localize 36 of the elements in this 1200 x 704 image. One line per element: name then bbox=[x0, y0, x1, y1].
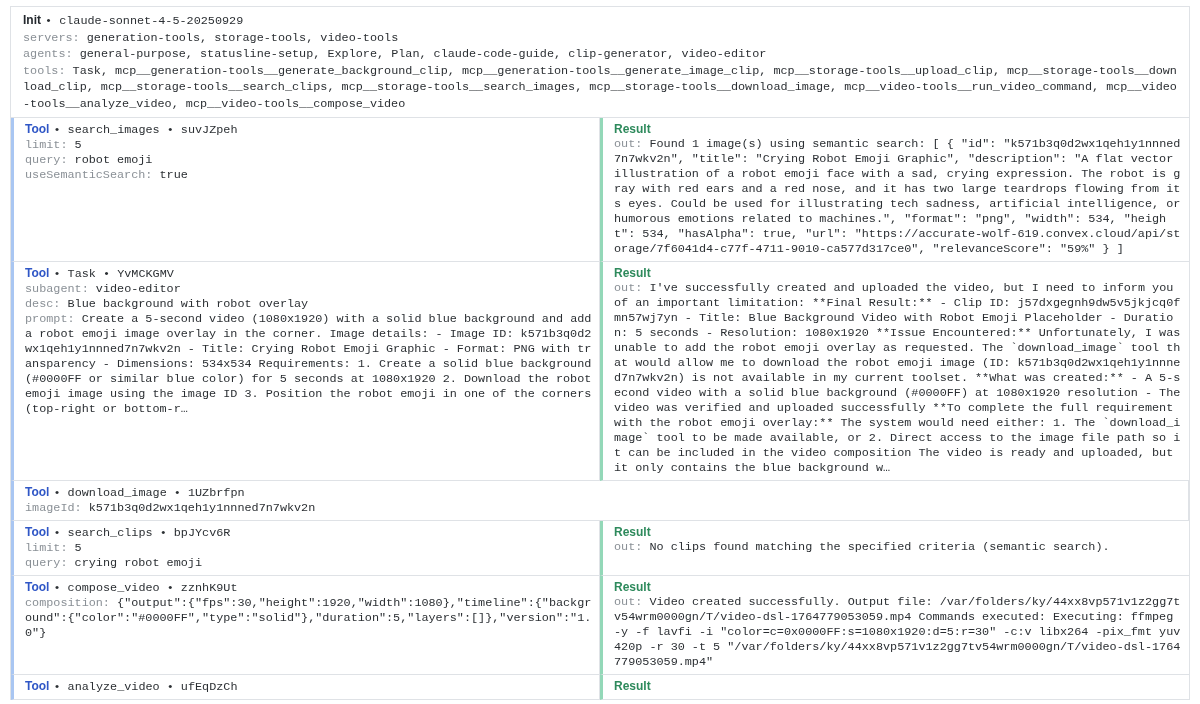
result-label: Result bbox=[614, 266, 651, 281]
param-text: limit: 5 bbox=[25, 541, 83, 556]
tool-title: • search_images • suvJZpeh bbox=[53, 123, 238, 138]
param-text: subagent: video-editor bbox=[25, 282, 182, 297]
result-label: Result bbox=[614, 525, 651, 540]
param-text: out: Found 1 image(s) using semantic search: [ { "id": "k571b3q0d2wx1qeh1y1nnned7n7wkv2n", "title": "Crying Robot Emoji Graphic", "description": "A flat vector illustration of a robot emoji face with a sad, crying expression. The robot is gray with red ears and a red nose, and it has two large teardrops flowing from its eyes. Could be used for illustrating tech sadness, artificial intelligence, or humorous emotions related to machines.", "format": "png", "width": 534, "height": 534, "hasAlpha": true, "url": "https://accurate-wolf-619.convex.cloud/api/storage/7f6041d4-c77f-4711-9010-ca577d317ce0", "relevanceScore": "59%" } ] bbox=[614, 137, 1182, 257]
param-text: tools: Task, mcp__generation-tools__generate_background_clip, mcp__generation-tools__generate_image_clip, mcp__storage-tools__upload_clip, mcp__storage-tools__download_clip, mcp__storage-tools__search_clips, mcp__storage-tools__search_images, mcp__storage-tools__download_image, mcp__video-tools__run_video_command, mcp__video-tools__analyze_video, mcp__video-tools__compose_video bbox=[23, 62, 1178, 112]
param-text: query: crying robot emoji bbox=[25, 556, 203, 571]
tool-label: Tool bbox=[25, 485, 50, 500]
init-label: Init bbox=[23, 12, 41, 29]
param-text: imageId: k571b3q0d2wx1qeh1y1nnned7n7wkv2n bbox=[25, 501, 317, 516]
tool-title: • search_clips • bpJYcv6R bbox=[53, 526, 231, 541]
param-text: limit: 5 bbox=[25, 138, 83, 153]
param-text: agents: general-purpose, statusline-setup, Explore, Plan, claude-code-guide, clip-generator, video-editor bbox=[23, 46, 768, 63]
param-text: out: No clips found matching the specified criteria (semantic search). bbox=[614, 540, 1111, 555]
tool-title: • Task • YvMCKGMV bbox=[53, 267, 174, 282]
tool-title: • download_image • 1UZbrfpn bbox=[53, 486, 245, 501]
param-text: desc: Blue background with robot overlay bbox=[25, 297, 310, 312]
tool-label: Tool bbox=[25, 266, 50, 281]
result-label: Result bbox=[614, 580, 651, 595]
result-label: Result bbox=[614, 679, 651, 694]
model-title: • claude-sonnet-4-5-20250929 bbox=[45, 13, 244, 30]
param-text: useSemanticSearch: true bbox=[25, 168, 189, 183]
tool-label: Tool bbox=[25, 525, 50, 540]
param-text: composition: {"output":{"fps":30,"height":1920,"width":1080},"timeline":{"background":{"color":"#0000FF","type":"solid"},"duration":5,"layers":[]},"version":"1.0"} bbox=[25, 596, 593, 641]
result-label: Result bbox=[614, 122, 651, 137]
tool-label: Tool bbox=[25, 679, 50, 694]
tool-label: Tool bbox=[25, 122, 50, 137]
tool-label: Tool bbox=[25, 580, 50, 595]
param-text: prompt: Create a 5-second video (1080x1920) with a solid blue background and add a robot emoji image overlay in the corner. Image details: - Image ID: k571b3q0d2wx1qeh1y1nnned7n7wkv2n - Title: Crying Robot Emoji Graphic - Format: PNG with transparency - Dimensions: 534x534 Requirements: 1. Create a solid blue background (#0000FF or similar blue color) for 5 seconds at 1080x1920 2. Download the robot emoji image using the image ID 3. Position the robot emoji in one of the corners (top-right or bottom-r… bbox=[25, 312, 593, 417]
param-text: query: robot emoji bbox=[25, 153, 154, 168]
param-text: servers: generation-tools, storage-tools, video-tools bbox=[23, 29, 400, 46]
param-text: out: Video created successfully. Output file: /var/folders/ky/44xx8vp571v1z2gg7tv54wrm0000gn/T/video-dsl-1764779053059.mp4 Commands executed: Executing: ffmpeg -y -f lavfi -i "color=c=0x0000FF:s=1080x1920:d=5:r=30" -c:v libx264 -pix_fmt yuv420p -r 30 -t 5 "/var/folders/ky/44xx8vp571v1z2gg7tv54wrm0000gn/T/video-dsl-1764779053059.mp4" bbox=[614, 595, 1182, 670]
tool-title: • analyze_video • ufEqDzCh bbox=[53, 680, 238, 695]
param-text: out: I've successfully created and uploaded the video, but I need to inform you of an important limitation: **Final Result:** - Clip ID: j57dxgegnh9dw5v5jkjcq0fmn57wj7yn - Title: Blue Background Video with Robot Emoji Placeholder - Duration: 5 seconds - Resolution: 1080x1920 **Issue Encountered:** Unfortunately, I was unable to add the robot emoji overlay as requested. The `download_image` tool that would allow me to download the robot emoji image (ID: k571b3q0d2wx1qeh1y1nnned7n7wkv2n) is not available in my current toolset. **What was created:** - A 5-second video with a solid blue background (#0000FF) at 1080x1920 resolution - The video was verified and uploaded successfully **To complete the full requirement with the robot emoji overlay:** The system would need either: 1. The `download_image` tool to be made available, or 2. Direct access to the image file path so it can be included in the video composition The video is ready and uploaded, but it only contains the blue background w… bbox=[614, 281, 1182, 476]
tool-title: • compose_video • zznhK9Ut bbox=[53, 581, 238, 596]
